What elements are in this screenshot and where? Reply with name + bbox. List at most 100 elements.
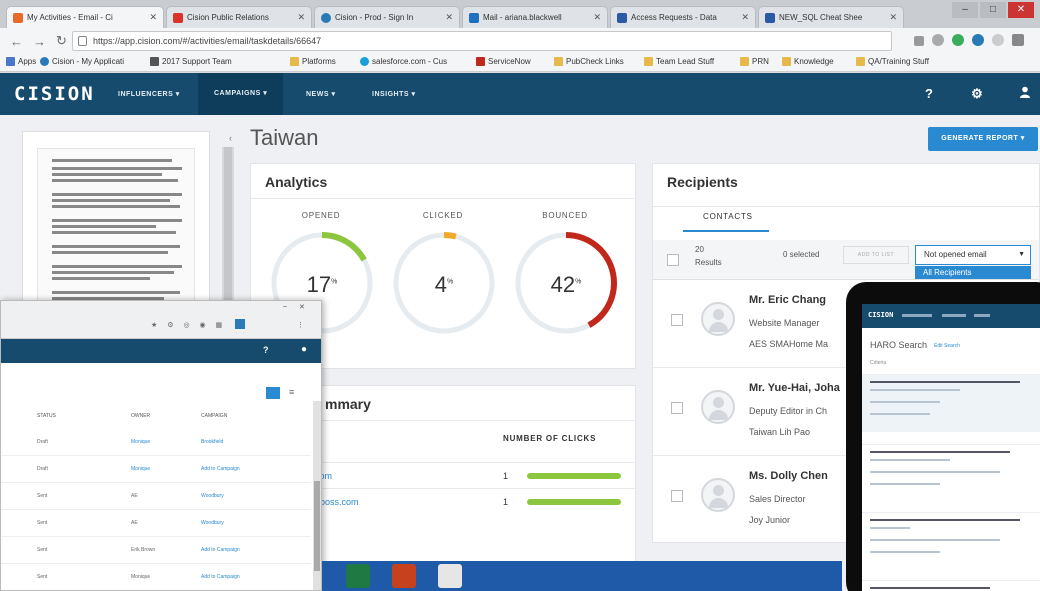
nav-campaigns[interactable]: CAMPAIGNS ▾ xyxy=(198,73,284,115)
powerpoint-icon[interactable] xyxy=(392,564,416,588)
result-item[interactable] xyxy=(862,374,1040,432)
table-row[interactable]: Sent AE Woodbury xyxy=(1,483,311,510)
forward-arrow-icon[interactable]: → xyxy=(33,34,46,49)
toolbar-icons[interactable]: ★ ⚙ ◎ ◉ ▦ xyxy=(151,321,226,329)
close-tab-icon[interactable]: ✕ xyxy=(445,12,453,23)
folder-icon xyxy=(40,57,49,66)
result-item[interactable] xyxy=(862,444,1040,502)
close-tab-icon[interactable]: ✕ xyxy=(889,12,897,23)
table-row[interactable]: Sent Erik Brown Add to Campaign xyxy=(1,537,311,564)
help-icon[interactable]: ? xyxy=(263,345,269,355)
result-item[interactable] xyxy=(862,580,1040,591)
minimize-icon[interactable]: – xyxy=(283,303,287,310)
contact-checkbox[interactable] xyxy=(671,402,683,414)
table-scrollbar[interactable] xyxy=(313,401,321,590)
reload-icon[interactable]: ↻ xyxy=(56,33,67,49)
bookmark-item[interactable]: Knowledge xyxy=(782,57,834,66)
address-bar[interactable]: https://app.cision.com/#/activities/emai… xyxy=(72,31,892,51)
close-window-icon[interactable]: ✕ xyxy=(1008,2,1034,18)
extension-icon[interactable] xyxy=(992,34,1004,46)
table-row[interactable]: Draft Monique Add to Campaign xyxy=(1,456,311,483)
nav-influencers[interactable]: INFLUENCERS ▾ xyxy=(118,90,180,98)
table-row[interactable]: Sent Monique Add to Campaign xyxy=(1,564,311,590)
campaign-cell[interactable]: Add to Campaign xyxy=(201,547,240,553)
menu-icon[interactable]: ⋮ xyxy=(297,321,304,329)
campaign-cell[interactable]: Add to Campaign xyxy=(201,574,240,580)
result-item[interactable] xyxy=(862,512,1040,570)
help-icon[interactable]: ? xyxy=(920,85,938,103)
browser-tab[interactable]: My Activities - Email - Ci ✕ xyxy=(6,6,164,28)
star-icon[interactable] xyxy=(932,34,944,46)
edit-search-link[interactable]: Edit Search xyxy=(934,343,960,349)
bookmark-item[interactable]: Cision - My Applicati xyxy=(40,57,124,66)
paint-icon[interactable] xyxy=(438,564,462,588)
recipients-title: Recipients xyxy=(667,174,738,190)
browser-tab[interactable]: NEW_SQL Cheat Shee ✕ xyxy=(758,6,904,28)
close-tab-icon[interactable]: ✕ xyxy=(149,12,157,23)
results-label: Results xyxy=(695,258,722,267)
owner-cell[interactable]: Monique xyxy=(131,466,150,472)
browser-tab[interactable]: Mail - ariana.blackwell ✕ xyxy=(462,6,608,28)
nav-insights[interactable]: INSIGHTS ▾ xyxy=(372,90,416,98)
grid-view-icon[interactable] xyxy=(266,387,280,399)
add-to-list-button[interactable]: ADD TO LIST xyxy=(843,246,909,264)
close-tab-icon[interactable]: ✕ xyxy=(593,12,601,23)
close-tab-icon[interactable]: ✕ xyxy=(297,12,305,23)
page-title: Taiwan xyxy=(250,125,319,150)
dropdown-option-all-recipients[interactable]: All Recipients xyxy=(915,266,1031,279)
bookmark-item[interactable]: QA/Training Stuff xyxy=(856,57,929,66)
cast-icon[interactable] xyxy=(1012,34,1024,46)
owner-cell[interactable]: Monique xyxy=(131,439,150,445)
table-row[interactable]: Sent AE Woodbury xyxy=(1,510,311,537)
bookmark-item[interactable]: salesforce.com - Cus xyxy=(360,57,447,66)
column-header-status[interactable]: STATUS xyxy=(37,413,56,419)
extension-icon[interactable] xyxy=(235,319,245,329)
select-all-checkbox[interactable] xyxy=(667,254,679,266)
campaign-cell[interactable]: Add to Campaign xyxy=(201,466,240,472)
bookmark-item[interactable]: Platforms xyxy=(290,57,336,66)
bookmark-item[interactable]: 2017 Support Team xyxy=(150,57,232,66)
extension-icon[interactable] xyxy=(972,34,984,46)
close-tab-icon[interactable]: ✕ xyxy=(741,12,749,23)
collapse-chevron-icon[interactable]: ‹ xyxy=(229,133,232,143)
maximize-icon[interactable]: □ xyxy=(980,2,1006,18)
contact-name[interactable]: Mr. Eric Chang xyxy=(749,294,826,306)
tab-label: Cision - Prod - Sign In xyxy=(335,13,414,22)
bookmark-item[interactable]: PubCheck Links xyxy=(554,57,624,66)
contact-name[interactable]: Ms. Dolly Chen xyxy=(749,470,828,482)
contact-title: Website Manager xyxy=(749,318,820,328)
column-header-campaign[interactable]: CAMPAIGN xyxy=(201,413,227,419)
bookmark-item[interactable]: ServiceNow xyxy=(476,57,531,66)
browser-tab[interactable]: Access Requests - Data ✕ xyxy=(610,6,756,28)
campaign-cell[interactable]: Woodbury xyxy=(201,493,224,499)
column-header-owner[interactable]: OWNER xyxy=(131,413,150,419)
campaign-cell[interactable]: Woodbury xyxy=(201,520,224,526)
bookmark-item[interactable]: Team Lead Stuff xyxy=(644,57,714,66)
user-icon[interactable]: ● xyxy=(301,344,307,355)
tab-contacts[interactable]: CONTACTS xyxy=(703,212,753,221)
browser-tab[interactable]: Cision - Prod - Sign In ✕ xyxy=(314,6,460,28)
gear-icon[interactable]: ⚙ xyxy=(968,85,986,103)
campaign-cell[interactable]: Brookfield xyxy=(201,439,223,445)
contact-checkbox[interactable] xyxy=(671,314,683,326)
user-icon[interactable] xyxy=(1016,85,1034,103)
excel-icon[interactable] xyxy=(346,564,370,588)
back-arrow-icon[interactable]: ← xyxy=(10,34,23,49)
browser-tab[interactable]: Cision Public Relations ✕ xyxy=(166,6,312,28)
table-row[interactable]: Draft Monique Brookfield xyxy=(1,429,311,456)
list-view-icon[interactable]: ≡ xyxy=(289,387,294,397)
tablet-navbar: CISION xyxy=(862,304,1040,328)
key-icon[interactable] xyxy=(914,36,924,46)
recipient-filter-select[interactable]: Not opened email ▼ xyxy=(915,245,1031,265)
minimize-icon[interactable]: – xyxy=(952,2,978,18)
nav-news[interactable]: NEWS ▾ xyxy=(306,90,335,98)
recipients-toolbar: 20 Results 0 selected ADD TO LIST Not op… xyxy=(653,240,1039,280)
extension-icon[interactable] xyxy=(952,34,964,46)
bookmark-item[interactable]: PRN xyxy=(740,57,769,66)
secondary-app-navbar: ? ● xyxy=(1,339,321,363)
contact-checkbox[interactable] xyxy=(671,490,683,502)
contact-name[interactable]: Mr. Yue-Hai, Joha xyxy=(749,382,840,394)
bookmark-apps[interactable]: Apps xyxy=(6,57,36,66)
close-window-icon[interactable]: ✕ xyxy=(299,303,305,311)
generate-report-button[interactable]: GENERATE REPORT ▾ xyxy=(928,127,1038,151)
